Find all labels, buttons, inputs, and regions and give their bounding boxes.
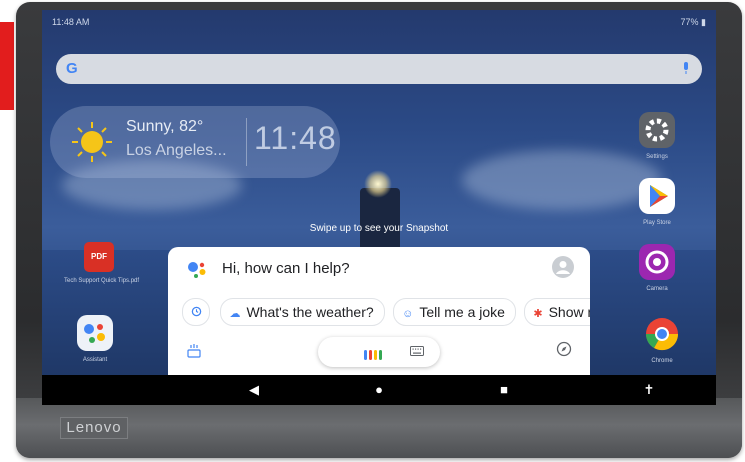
- status-bar: 11:48 AM 77% ▮: [42, 10, 716, 34]
- app-label: Settings: [646, 154, 668, 160]
- assistant-dots-icon: [364, 347, 384, 365]
- snapshot-icon[interactable]: [186, 343, 202, 359]
- app-camera[interactable]: Camera: [622, 244, 692, 292]
- lenovo-logo: Lenovo: [60, 417, 128, 439]
- app-label: Assistant: [82, 357, 108, 363]
- app-assistant[interactable]: Assistant: [60, 315, 130, 363]
- weather-condition: Sunny, 82°: [126, 118, 204, 135]
- chip-label: What's the weather?: [246, 304, 374, 320]
- play-store-icon: [639, 178, 675, 214]
- suggestion-chip-weather[interactable]: ☁ What's the weather?: [220, 298, 385, 326]
- history-icon: [191, 306, 201, 317]
- assistant-bottom-bar: [168, 335, 590, 371]
- recents-button[interactable]: ■: [489, 375, 519, 405]
- app-label: Play Store: [643, 220, 671, 226]
- account-avatar[interactable]: [552, 256, 574, 278]
- app-label: Camera: [646, 286, 668, 292]
- suggestion-chip-joke[interactable]: ☺ Tell me a joke: [393, 298, 516, 326]
- chrome-icon: [644, 316, 680, 352]
- red-accent-bar: [0, 22, 14, 110]
- settings-icon: [639, 112, 675, 148]
- status-time: 11:48 AM: [52, 17, 90, 27]
- google-assistant-icon: [188, 262, 206, 278]
- chip-label: Tell me a joke: [419, 304, 505, 320]
- app-pdf-file[interactable]: PDF Tech Support Quick Tips.pdf: [64, 242, 140, 284]
- weather-location: Los Angeles...: [126, 142, 227, 159]
- google-assistant-icon: [77, 315, 113, 351]
- compass-icon[interactable]: [556, 341, 572, 357]
- keyboard-icon[interactable]: [410, 346, 424, 356]
- widget-divider: [246, 118, 247, 166]
- app-label: Tech Support Quick Tips.pdf: [64, 278, 140, 284]
- status-battery: 77% ▮: [680, 17, 706, 27]
- assistant-panel: Hi, how can I help? ☁ What's the weather?…: [168, 247, 590, 375]
- weather-clock-widget[interactable]: Sunny, 82° Los Angeles... 11:48: [50, 106, 340, 178]
- mic-icon[interactable]: [682, 62, 690, 75]
- chip-label: Show m: [548, 304, 590, 320]
- camera-icon: [639, 244, 675, 280]
- pinwheel-icon: ✱: [533, 308, 543, 320]
- back-button[interactable]: ◀: [239, 375, 269, 405]
- clock-time: 11:48: [254, 120, 337, 156]
- app-chrome[interactable]: Chrome: [627, 316, 697, 364]
- cloud-icon: ☁: [229, 308, 241, 320]
- history-chip[interactable]: [182, 298, 210, 326]
- suggestion-chips: ☁ What's the weather? ☺ Tell me a joke ✱ Sh…: [182, 298, 590, 326]
- suggestion-chip-show[interactable]: ✱ Show m: [524, 298, 590, 326]
- snapshot-hint: Swipe up to see your Snapshot: [309, 223, 449, 234]
- sun-icon: [72, 122, 112, 162]
- lighthouse-glow: [364, 170, 392, 198]
- smile-icon: ☺: [402, 308, 414, 320]
- app-label: Chrome: [651, 358, 673, 364]
- google-g-icon: G: [66, 60, 78, 77]
- voice-input-pill[interactable]: [318, 337, 440, 367]
- pdf-file-icon: PDF: [84, 242, 114, 272]
- navigation-bar: ◀ ● ■ ✝: [42, 375, 716, 405]
- app-play-store[interactable]: Play Store: [622, 178, 692, 226]
- home-button[interactable]: ●: [364, 375, 394, 405]
- accessibility-button[interactable]: ✝: [634, 375, 664, 405]
- assistant-greeting: Hi, how can I help?: [222, 260, 350, 277]
- app-settings[interactable]: Settings: [622, 112, 692, 160]
- google-search-bar[interactable]: G: [56, 54, 702, 84]
